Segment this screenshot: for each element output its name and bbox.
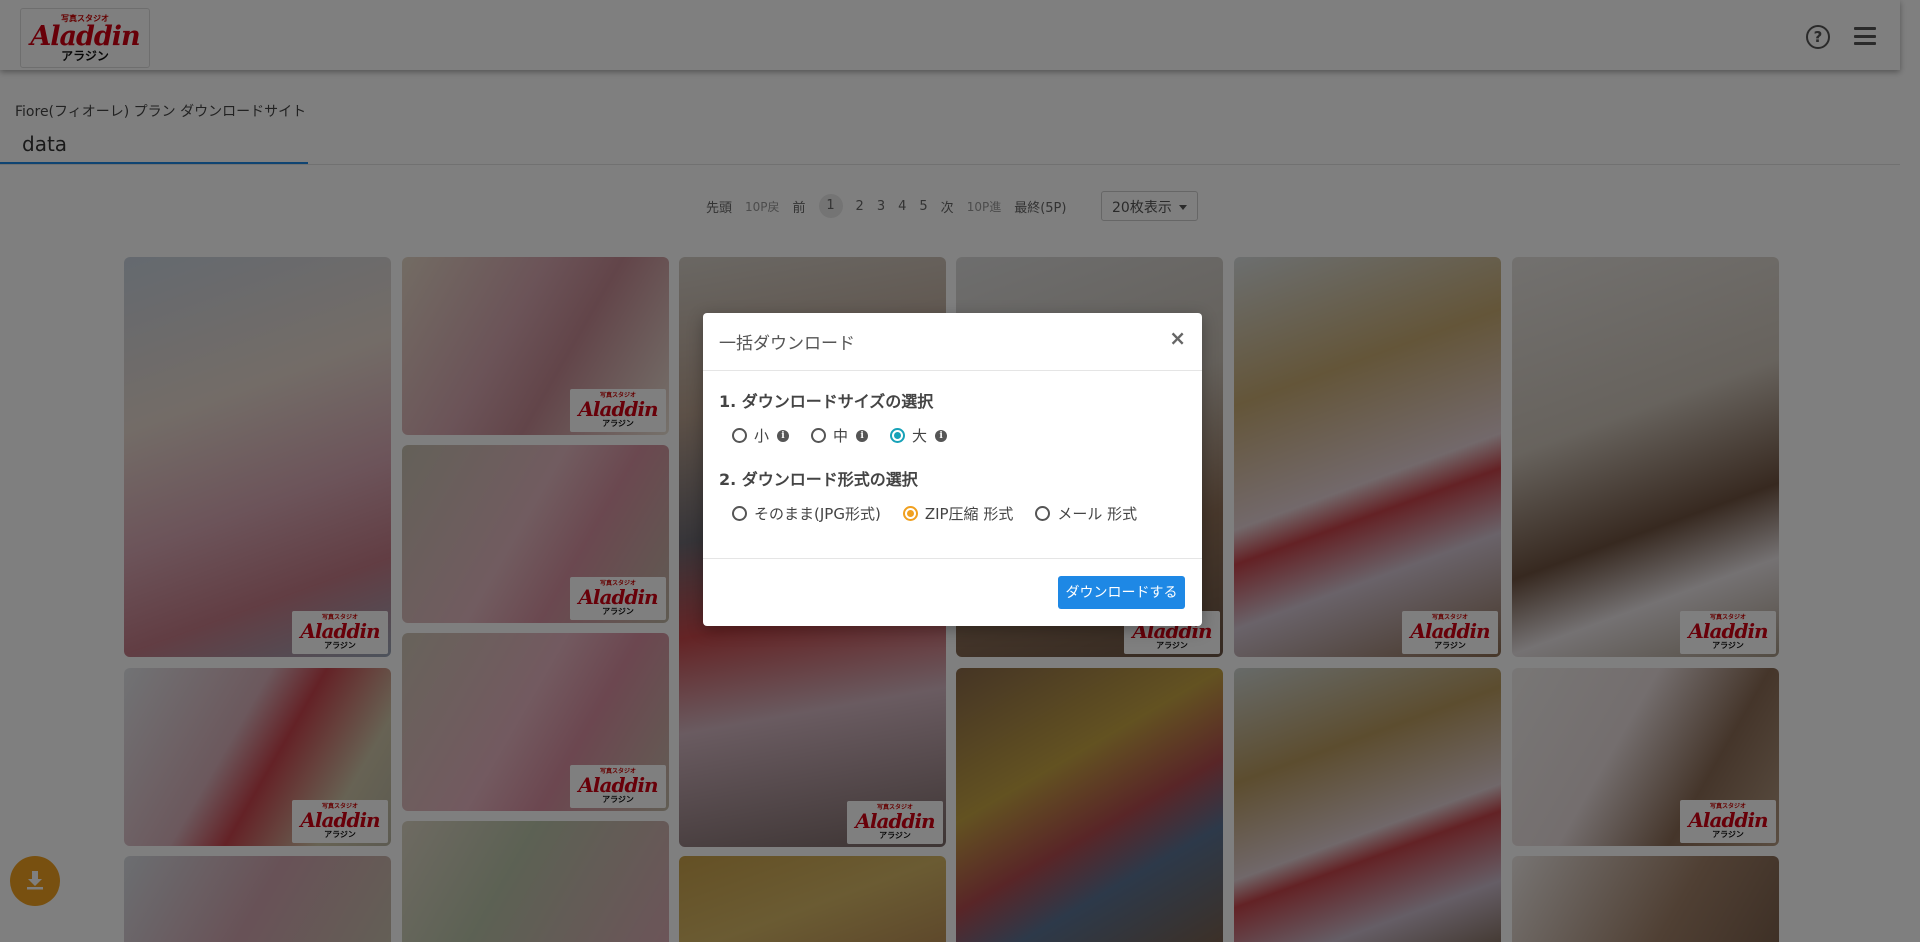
size-label-medium: 中 xyxy=(833,427,849,445)
radio-small[interactable] xyxy=(732,428,747,443)
info-icon[interactable]: i xyxy=(935,429,948,442)
format-section-title: 2. ダウンロード形式の選択 xyxy=(719,470,918,489)
dialog-title: 一括ダウンロード xyxy=(719,334,855,354)
size-option-large[interactable]: 大 i xyxy=(890,425,948,446)
format-radio-group: そのまま(JPG形式) ZIP圧縮 形式 メール 形式 xyxy=(732,503,1159,524)
radio-zip[interactable] xyxy=(902,506,918,521)
dialog-header: 一括ダウンロード × xyxy=(703,313,1202,371)
format-option-mail[interactable]: メール 形式 xyxy=(1035,503,1137,524)
size-label-small: 小 xyxy=(754,427,770,445)
size-label-large: 大 xyxy=(912,427,928,445)
download-submit-button[interactable]: ダウンロードする xyxy=(1058,576,1185,609)
info-icon[interactable]: i xyxy=(856,429,869,442)
format-option-jpg[interactable]: そのまま(JPG形式) xyxy=(732,503,881,524)
radio-medium[interactable] xyxy=(811,428,827,443)
bulk-download-dialog: 一括ダウンロード × 1. ダウンロードサイズの選択 小 i 中 i 大 i 2… xyxy=(703,313,1202,626)
size-section-title: 1. ダウンロードサイズの選択 xyxy=(719,392,934,411)
radio-mail[interactable] xyxy=(1035,506,1051,521)
size-radio-group: 小 i 中 i 大 i xyxy=(732,425,969,446)
size-option-medium[interactable]: 中 i xyxy=(811,425,869,446)
size-option-small[interactable]: 小 i xyxy=(732,425,790,446)
close-icon[interactable]: × xyxy=(1169,327,1186,349)
format-label-zip: ZIP圧縮 形式 xyxy=(924,505,1014,523)
radio-jpg[interactable] xyxy=(732,506,747,521)
radio-large[interactable] xyxy=(890,428,906,443)
format-option-zip[interactable]: ZIP圧縮 形式 xyxy=(902,503,1014,524)
format-label-jpg: そのまま(JPG形式) xyxy=(754,505,881,523)
dialog-footer-divider xyxy=(703,558,1202,559)
info-icon[interactable]: i xyxy=(777,429,790,442)
format-label-mail: メール 形式 xyxy=(1057,505,1138,523)
